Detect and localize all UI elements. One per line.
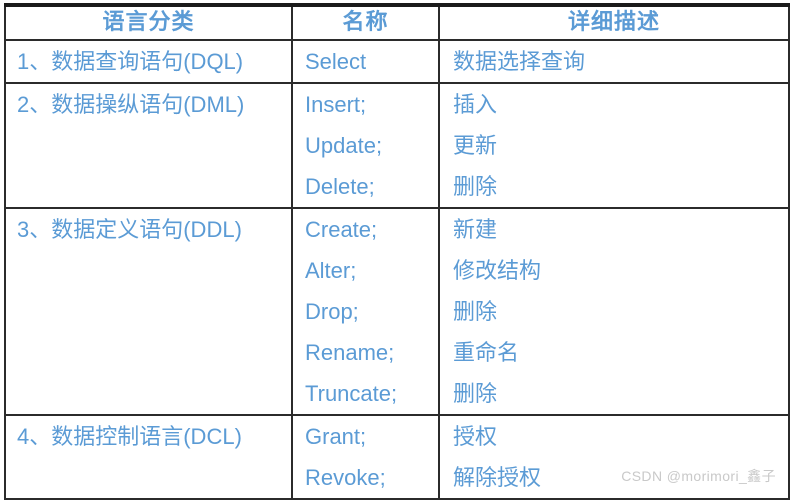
column-header-name-label: 名称 [342,9,389,34]
table-row: 4、数据控制语言(DCL) Grant; Revoke; 授权 解除授权 [4,415,790,500]
cell-names: Grant; Revoke; [291,415,440,500]
name-item: Rename; [305,340,395,365]
name-item: Delete; [305,174,375,199]
description-item: 删除 [453,299,498,324]
description-item: 新建 [453,217,498,242]
column-header-category-label: 语言分类 [102,9,195,34]
cell-descriptions: 插入 更新 删除 [438,83,790,209]
table-body: 1、数据查询语句(DQL) Select 数据选择查询 2、数据操纵语句(DML… [4,40,790,500]
description-item: 修改结构 [453,258,542,283]
cell-names: Create; Alter; Drop; Rename; Truncate; [291,208,440,416]
cell-names: Select [291,40,440,84]
column-header-description: 详细描述 [438,3,790,41]
column-header-description-label: 详细描述 [567,9,660,34]
description-item: 删除 [453,381,498,406]
cell-descriptions: 新建 修改结构 删除 重命名 删除 [438,208,790,416]
name-item: Revoke; [305,465,386,490]
cell-descriptions: 授权 解除授权 [438,415,790,500]
sql-language-classification-table: 语言分类 名称 详细描述 1、数据查询语句(DQL) Select 数据选择查询… [4,3,790,500]
table-sheet: 语言分类 名称 详细描述 1、数据查询语句(DQL) Select 数据选择查询… [0,0,794,500]
name-item: Insert; [305,92,367,117]
name-item: Create; [305,217,378,242]
cell-category: 2、数据操纵语句(DML) [4,83,293,209]
name-item: Update; [305,133,383,158]
table-row: 1、数据查询语句(DQL) Select 数据选择查询 [4,40,790,84]
cell-names: Insert; Update; Delete; [291,83,440,209]
cell-category: 3、数据定义语句(DDL) [4,208,293,416]
cell-category: 4、数据控制语言(DCL) [4,415,293,500]
category-label: 3、数据定义语句(DDL) [17,217,242,242]
category-label: 4、数据控制语言(DCL) [17,424,242,449]
description-item: 删除 [453,174,498,199]
table-header-row: 语言分类 名称 详细描述 [4,3,790,41]
name-item: Grant; [305,424,367,449]
description-item: 数据选择查询 [453,49,586,74]
description-item: 授权 [453,424,498,449]
category-label: 1、数据查询语句(DQL) [17,49,244,74]
name-item: Truncate; [305,381,398,406]
column-header-category: 语言分类 [4,3,293,41]
name-item: Select [305,49,367,74]
description-item: 更新 [453,133,498,158]
description-item: 解除授权 [453,465,542,490]
name-item: Drop; [305,299,359,324]
name-item: Alter; [305,258,357,283]
cell-category: 1、数据查询语句(DQL) [4,40,293,84]
table-row: 2、数据操纵语句(DML) Insert; Update; Delete; 插入… [4,83,790,209]
table-header: 语言分类 名称 详细描述 [4,3,790,41]
description-item: 插入 [453,92,498,117]
table-row: 3、数据定义语句(DDL) Create; Alter; Drop; Renam… [4,208,790,416]
description-item: 重命名 [453,340,520,365]
cell-descriptions: 数据选择查询 [438,40,790,84]
category-label: 2、数据操纵语句(DML) [17,92,245,117]
column-header-name: 名称 [291,3,440,41]
